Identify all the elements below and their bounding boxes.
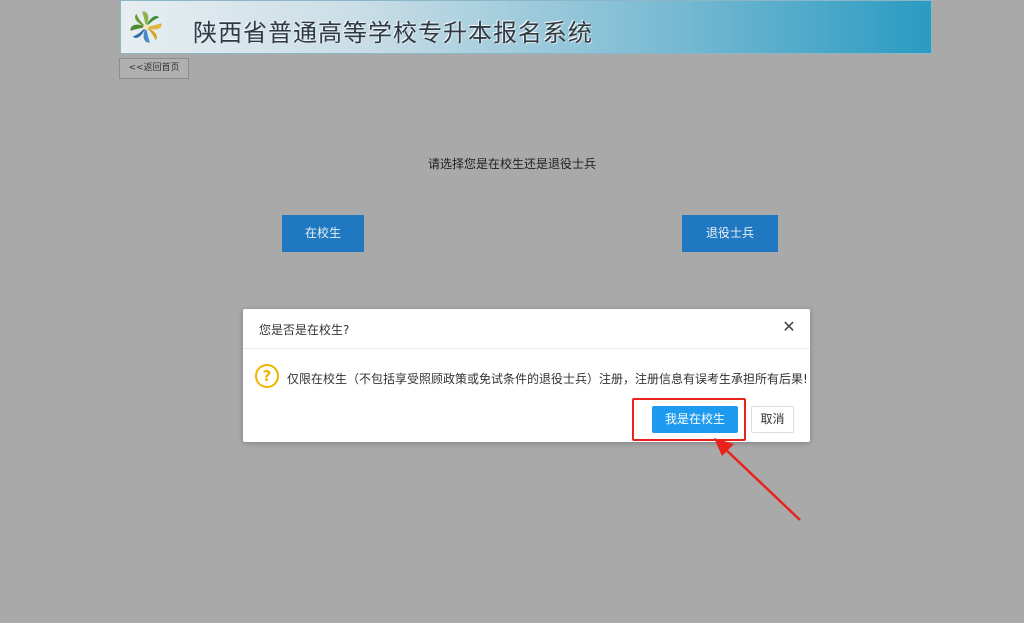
selection-prompt: 请选择您是在校生还是退役士兵 [427, 157, 596, 171]
dialog-message: 仅限在校生（不包括享受照顾政策或免试条件的退役士兵）注册，注册信息有误考生承担所… [287, 372, 808, 386]
pinwheel-logo-icon [130, 11, 162, 43]
dialog-header: 您是否是在校生? ✕ [243, 309, 810, 349]
system-title: 陕西省普通高等学校专升本报名系统 [193, 19, 593, 47]
cancel-button[interactable]: 取消 [751, 406, 794, 433]
dialog-title: 您是否是在校生? [259, 323, 350, 337]
veteran-choice-button[interactable]: 退役士兵 [682, 215, 778, 252]
header-banner: 陕西省普通高等学校专升本报名系统 [120, 0, 932, 54]
pointer-arrow-icon [714, 438, 801, 521]
question-circle-icon: ? [255, 364, 279, 388]
student-choice-button[interactable]: 在校生 [282, 215, 364, 252]
close-icon[interactable]: ✕ [780, 318, 798, 336]
back-to-home-button[interactable]: <<返回首页 [119, 58, 189, 79]
